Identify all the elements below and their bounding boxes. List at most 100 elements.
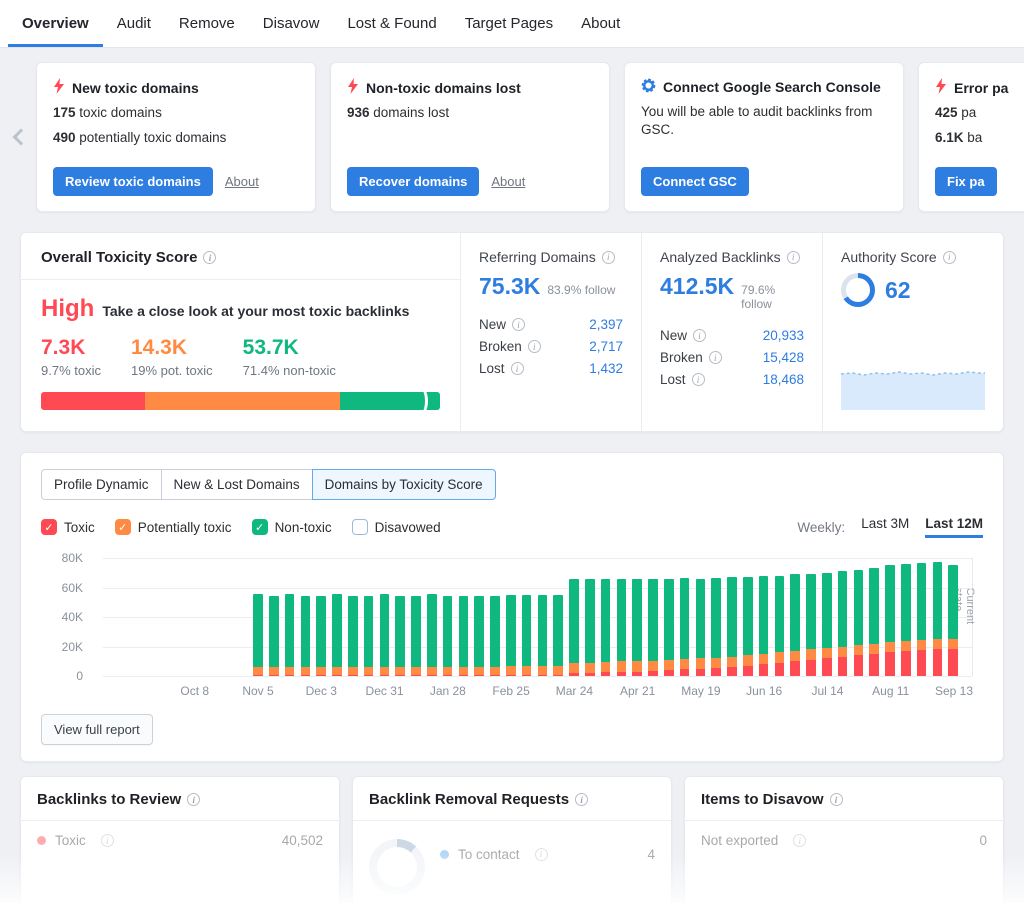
legend-disavowed-checkbox[interactable]: Disavowed [352,519,441,535]
stacked-bar-week-32[interactable] [759,576,769,676]
stacked-bar-week-33[interactable] [775,576,785,676]
panel-title: Items to Disavow [701,791,824,808]
stacked-bar-week-5[interactable] [332,594,342,676]
info-icon[interactable] [709,351,722,364]
info-icon[interactable] [101,834,114,847]
stat-value[interactable]: 2,717 [589,339,623,354]
stacked-bar-week-39[interactable] [869,568,879,676]
recover-domains-button[interactable]: Recover domains [347,167,479,196]
stacked-bar-week-44[interactable] [948,565,958,676]
referring-domains-value[interactable]: 75.3K [479,273,540,300]
stacked-bar-week-18[interactable] [538,595,548,676]
stat-value[interactable]: 15,428 [763,350,804,365]
stacked-bar-week-6[interactable] [348,596,358,676]
tab-new-lost-domains[interactable]: New & Lost Domains [161,469,313,500]
toxic-stat: 7.3K 9.7% toxic [41,336,101,378]
legend-potentially-toxic-checkbox[interactable]: Potentially toxic [115,519,232,535]
stacked-bar-week-27[interactable] [680,578,690,676]
view-full-report-button[interactable]: View full report [41,714,153,745]
stacked-bar-week-24[interactable] [632,579,642,676]
row-value[interactable]: 0 [979,833,987,848]
stat-value[interactable]: 20,933 [763,328,804,343]
stacked-bar-week-15[interactable] [490,596,500,676]
stacked-bar-week-42[interactable] [917,563,927,676]
stacked-bar-week-29[interactable] [711,578,721,676]
tab-audit[interactable]: Audit [103,0,165,47]
stacked-bar-week-34[interactable] [790,574,800,676]
tab-about[interactable]: About [567,0,634,47]
bar-segment-toxic [790,661,800,676]
card-stat-line: 490 potentially toxic domains [53,129,299,147]
info-icon[interactable] [692,373,705,386]
tab-domains-by-toxicity-score[interactable]: Domains by Toxicity Score [312,469,496,500]
row-value[interactable]: 4 [647,847,655,862]
stacked-bar-week-16[interactable] [506,595,516,676]
stacked-bar-week-36[interactable] [822,573,832,676]
stacked-bar-week-2[interactable] [285,594,295,676]
tab-overview[interactable]: Overview [8,0,103,47]
tab-target-pages[interactable]: Target Pages [451,0,567,47]
stacked-bar-week-9[interactable] [395,596,405,676]
carousel-prev-button[interactable] [6,131,36,143]
stacked-bar-week-37[interactable] [838,571,848,676]
stacked-bar-week-23[interactable] [617,579,627,676]
info-icon[interactable] [830,793,843,806]
tab-disavow[interactable]: Disavow [249,0,334,47]
stacked-bar-week-4[interactable] [316,596,326,676]
stacked-bar-week-40[interactable] [885,565,895,676]
stacked-bar-week-11[interactable] [427,594,437,676]
about-link[interactable]: About [491,174,525,189]
stacked-bar-week-21[interactable] [585,579,595,676]
stacked-bar-week-13[interactable] [459,596,469,676]
stacked-bar-week-8[interactable] [380,594,390,676]
period-last-3m[interactable]: Last 3M [861,516,909,538]
info-icon[interactable] [943,251,956,264]
stat-value[interactable]: 18,468 [763,372,804,387]
stat-value[interactable]: 1,432 [589,361,623,376]
stacked-bar-week-25[interactable] [648,579,658,676]
info-icon[interactable] [535,848,548,861]
stacked-bar-week-30[interactable] [727,577,737,676]
stacked-bar-week-12[interactable] [443,596,453,676]
info-icon[interactable] [575,793,588,806]
tab-profile-dynamic[interactable]: Profile Dynamic [41,469,162,500]
stacked-bar-week-38[interactable] [854,570,864,676]
stacked-bar-week-35[interactable] [806,574,816,676]
legend-toxic-checkbox[interactable]: Toxic [41,519,95,535]
info-icon[interactable] [793,834,806,847]
info-icon[interactable] [602,251,615,264]
stacked-bar-week-26[interactable] [664,579,674,676]
stacked-bar-week-17[interactable] [522,595,532,676]
info-icon[interactable] [528,340,541,353]
stacked-bar-week-22[interactable] [601,579,611,676]
info-icon[interactable] [511,362,524,375]
stacked-bar-week-10[interactable] [411,596,421,676]
stacked-bar-week-28[interactable] [696,579,706,676]
stacked-bar-week-0[interactable] [253,594,263,676]
stacked-bar-week-31[interactable] [743,577,753,676]
info-icon[interactable] [203,251,216,264]
period-last-12m[interactable]: Last 12M [925,516,983,538]
info-icon[interactable] [512,318,525,331]
stacked-bar-week-7[interactable] [364,596,374,676]
about-link[interactable]: About [225,174,259,189]
info-icon[interactable] [187,793,200,806]
stacked-bar-week-1[interactable] [269,596,279,676]
stacked-bar-week-41[interactable] [901,564,911,676]
info-icon[interactable] [693,329,706,342]
row-value[interactable]: 40,502 [282,833,323,848]
stacked-bar-week-19[interactable] [553,595,563,676]
analyzed-backlinks-value[interactable]: 412.5K [660,273,734,300]
stacked-bar-week-14[interactable] [474,596,484,676]
stacked-bar-week-43[interactable] [933,562,943,676]
tab-remove[interactable]: Remove [165,0,249,47]
legend-non-toxic-checkbox[interactable]: Non-toxic [252,519,332,535]
stat-value[interactable]: 2,397 [589,317,623,332]
review-toxic-domains-button[interactable]: Review toxic domains [53,167,213,196]
stacked-bar-week-20[interactable] [569,579,579,676]
fix-pages-button[interactable]: Fix pa [935,167,997,196]
tab-lost-found[interactable]: Lost & Found [333,0,450,47]
info-icon[interactable] [787,251,800,264]
connect-gsc-button[interactable]: Connect GSC [641,167,749,196]
stacked-bar-week-3[interactable] [301,596,311,676]
